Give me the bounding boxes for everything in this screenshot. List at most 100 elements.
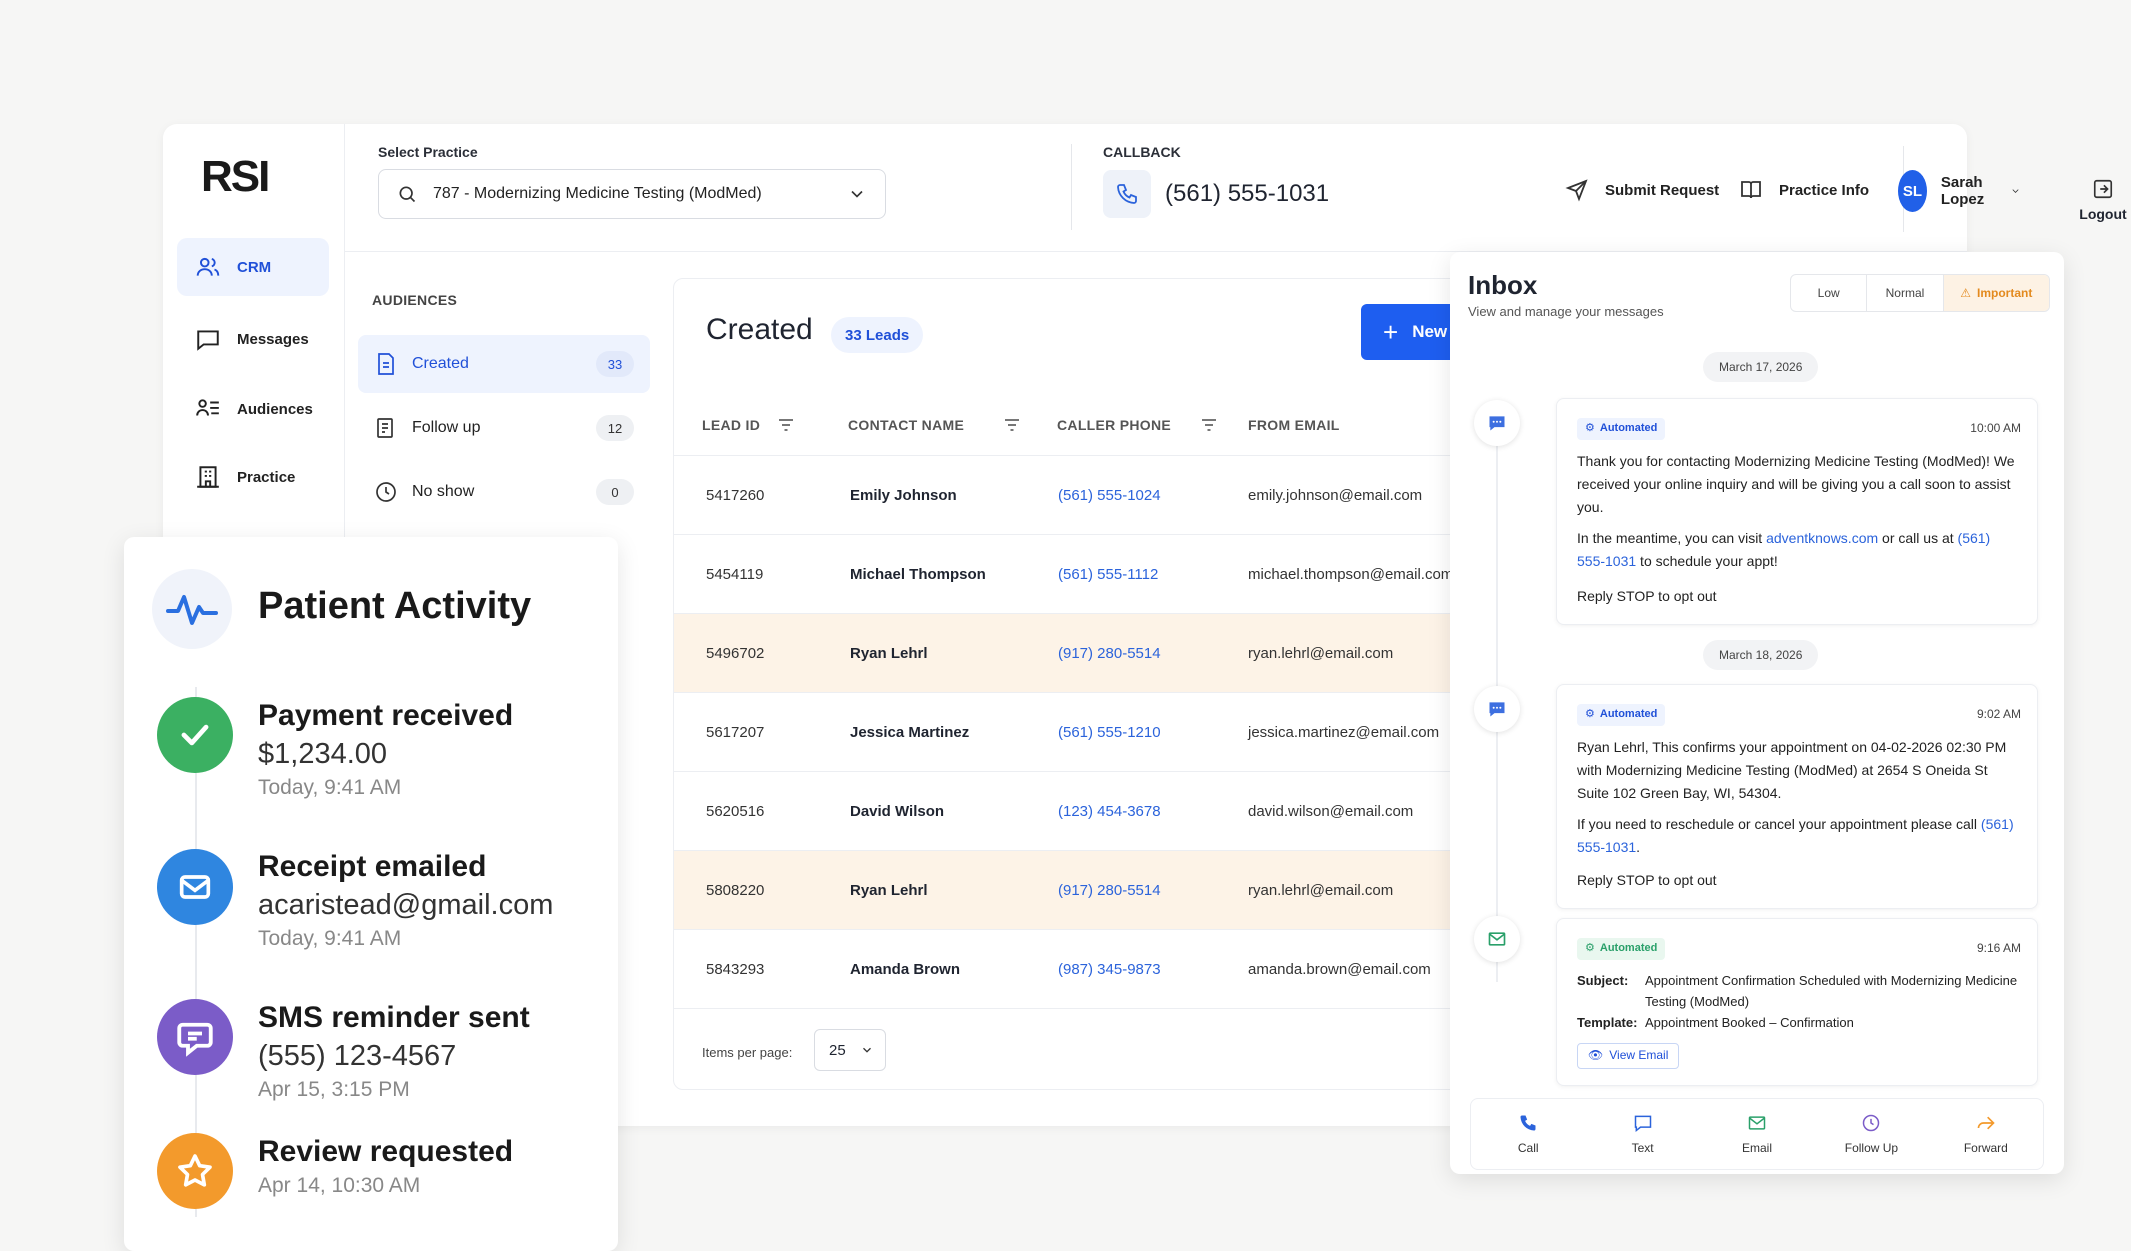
header-divider <box>1071 144 1072 230</box>
message-square-icon <box>195 326 221 352</box>
audience-item-follow-up[interactable]: Follow up 12 <box>358 399 650 457</box>
users-icon <box>195 254 221 280</box>
message-card[interactable]: ⚙ Automated 9:02 AM Ryan Lehrl, This conf… <box>1556 684 2038 909</box>
checklist-icon <box>374 416 398 440</box>
audience-count: 0 <box>596 479 634 505</box>
priority-normal-tab[interactable]: Normal <box>1867 275 1944 311</box>
phone-link[interactable]: (561) 555-1024 <box>1058 456 1161 534</box>
send-icon <box>1565 179 1588 202</box>
phone-link[interactable]: (987) 345-9873 <box>1058 930 1161 1008</box>
items-per-page-select[interactable]: 25 <box>814 1029 886 1071</box>
robot-icon: ⚙ <box>1585 422 1595 434</box>
table-row[interactable]: 5808220 Ryan Lehrl (917) 280-5514 ryan.l… <box>674 851 1472 930</box>
column-header-from-email: FROM EMAIL <box>1248 417 1340 433</box>
priority-filter: Low Normal ⚠ Important <box>1790 274 2050 312</box>
date-separator: March 17, 2026 <box>1703 352 1819 382</box>
chevron-down-icon <box>862 1047 871 1053</box>
table-row[interactable]: 5496702 Ryan Lehrl (917) 280-5514 ryan.l… <box>674 614 1472 693</box>
activity-item: Review requested Apr 14, 10:30 AM <box>258 1135 514 1197</box>
inbox-title: Inbox <box>1468 270 1538 300</box>
table-row[interactable]: 5620516 David Wilson (123) 454-3678 davi… <box>674 772 1472 851</box>
call-action[interactable]: Call <box>1471 1099 1585 1169</box>
phone-icon <box>1103 170 1151 218</box>
submit-request-button[interactable]: Submit Request <box>1565 178 1719 202</box>
text-action[interactable]: Text <box>1585 1099 1699 1169</box>
leads-count-badge: 33 Leads <box>831 317 924 353</box>
sidebar-item-crm[interactable]: CRM <box>177 238 329 296</box>
website-link[interactable]: adventknows.com <box>1766 530 1878 546</box>
patient-activity-card: Patient Activity Payment received $1,234… <box>124 537 618 1251</box>
activity-pulse-icon <box>152 569 232 649</box>
follow-up-action[interactable]: Follow Up <box>1814 1099 1928 1169</box>
phone-link[interactable]: (561) 555-1112 <box>1058 535 1158 613</box>
phone-link[interactable]: (917) 280-5514 <box>1058 614 1161 692</box>
audience-list-icon <box>195 396 221 422</box>
filter-icon[interactable] <box>778 418 794 432</box>
document-icon <box>374 352 398 376</box>
inbox-action-bar: Call Text Email Follow Up Forward <box>1470 1098 2044 1170</box>
sms-icon <box>157 999 233 1075</box>
sidebar-item-practice[interactable]: Practice <box>177 448 329 506</box>
column-header-caller-phone[interactable]: CALLER PHONE <box>1057 417 1217 433</box>
automated-badge: ⚙ Automated <box>1577 417 1666 440</box>
phone-link[interactable]: (123) 454-3678 <box>1058 772 1161 850</box>
activity-title: Patient Activity <box>258 585 532 627</box>
view-email-button[interactable]: 👁 View Email <box>1577 1042 1680 1069</box>
book-icon <box>1741 181 1761 199</box>
message-time: 9:02 AM <box>1976 707 2021 721</box>
audience-count: 12 <box>596 415 634 441</box>
message-card[interactable]: ⚙ Automated 10:00 AM Thank you for contac… <box>1556 398 2038 625</box>
message-card[interactable]: ⚙ Automated 9:16 AM Subject: Appointment … <box>1556 918 2038 1086</box>
robot-icon: ⚙ <box>1585 708 1595 720</box>
sidebar-item-label: Practice <box>237 468 296 486</box>
activity-item: Payment received $1,234.00 Today, 9:41 A… <box>258 699 514 799</box>
user-menu[interactable]: SL Sarah Lopez <box>1898 170 2021 212</box>
email-action[interactable]: Email <box>1700 1099 1814 1169</box>
leads-title: Created <box>706 313 813 346</box>
sidebar-item-audiences[interactable]: Audiences <box>177 380 329 438</box>
audience-item-no-show[interactable]: No show 0 <box>358 463 650 521</box>
chevron-down-icon <box>851 190 863 198</box>
sidebar-item-label: CRM <box>237 258 272 276</box>
inbox-panel: Inbox View and manage your messages Low … <box>1450 252 2064 1174</box>
priority-important-tab[interactable]: ⚠ Important <box>1943 275 2049 311</box>
mail-icon <box>1748 1116 1766 1130</box>
practice-info-button[interactable]: Practice Info <box>1739 178 1869 202</box>
forward-icon <box>1977 1116 1995 1130</box>
mail-icon <box>157 849 233 925</box>
column-header-lead-id[interactable]: LEAD ID <box>702 417 794 433</box>
automated-badge: ⚙ Automated <box>1577 703 1666 726</box>
forward-action[interactable]: Forward <box>1929 1099 2043 1169</box>
callback-number: (561) 555-1031 <box>1165 180 1330 207</box>
filter-icon[interactable] <box>1201 418 1217 432</box>
warning-icon: ⚠ <box>1960 286 1971 300</box>
practice-select[interactable]: 787 - Modernizing Medicine Testing (ModM… <box>378 169 886 219</box>
phone-link[interactable]: (561) 555-1210 <box>1058 693 1161 771</box>
message-time: 9:16 AM <box>1976 941 2021 955</box>
audience-count: 33 <box>596 351 634 377</box>
logout-button[interactable]: Logout <box>2073 178 2131 222</box>
table-row[interactable]: 5417260 Emily Johnson (561) 555-1024 emi… <box>674 456 1472 535</box>
date-separator: March 18, 2026 <box>1703 640 1819 670</box>
table-row[interactable]: 5617207 Jessica Martinez (561) 555-1210 … <box>674 693 1472 772</box>
audience-item-created[interactable]: Created 33 <box>358 335 650 393</box>
mail-icon <box>1474 916 1520 962</box>
sidebar-item-messages[interactable]: Messages <box>177 310 329 368</box>
logout-icon <box>2093 179 2113 199</box>
clock-icon <box>1863 1114 1880 1132</box>
eye-icon: 👁 <box>1588 1048 1604 1062</box>
star-icon <box>157 1133 233 1209</box>
table-row[interactable]: 5843293 Amanda Brown (987) 345-9873 aman… <box>674 930 1472 1009</box>
chevron-down-icon <box>2012 189 2019 193</box>
checkmark-icon <box>157 697 233 773</box>
priority-low-tab[interactable]: Low <box>1791 275 1868 311</box>
filter-icon[interactable] <box>1004 418 1020 432</box>
clock-icon <box>374 480 398 504</box>
search-icon <box>399 186 416 203</box>
table-row[interactable]: 5454119 Michael Thompson (561) 555-1112 … <box>674 535 1472 614</box>
phone-link[interactable]: (917) 280-5514 <box>1058 851 1161 929</box>
header: Select Practice 787 - Modernizing Medici… <box>345 124 2127 252</box>
column-header-contact-name[interactable]: CONTACT NAME <box>848 417 1020 433</box>
building-icon <box>195 464 221 490</box>
avatar: SL <box>1898 170 1927 212</box>
